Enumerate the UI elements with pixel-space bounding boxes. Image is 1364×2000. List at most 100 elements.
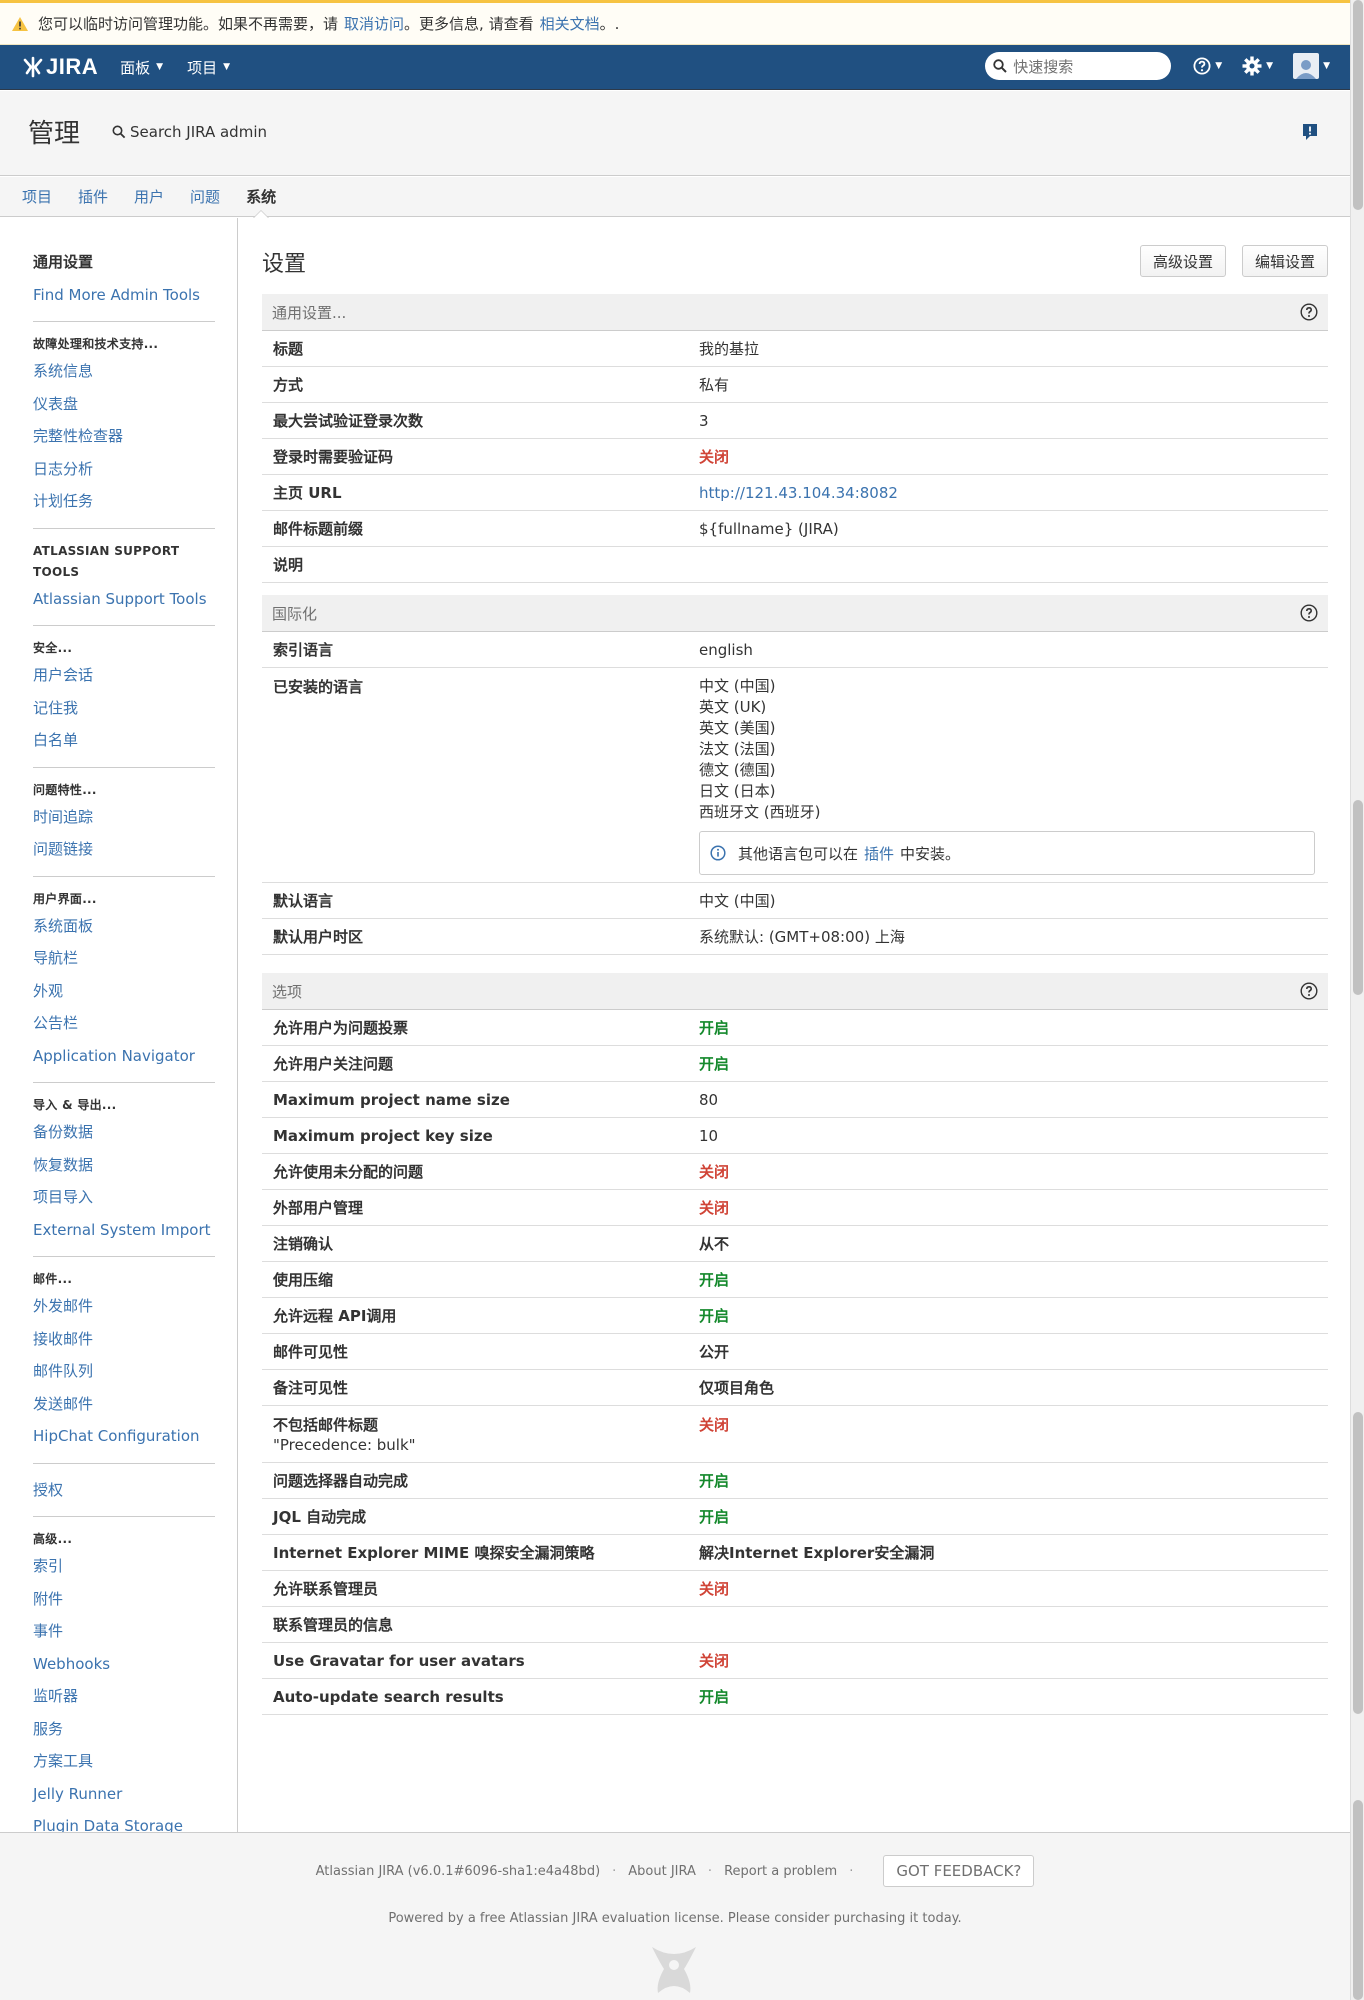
- setting-label-text: 联系管理员的信息: [273, 1616, 394, 1634]
- setting-label-text: Use Gravatar for user avatars: [273, 1651, 525, 1670]
- tab-users[interactable]: 用户: [134, 177, 164, 217]
- user-menu[interactable]: ▼: [1293, 53, 1330, 79]
- sidebar-item[interactable]: 授权: [33, 1474, 215, 1507]
- sidebar-item[interactable]: 附件: [33, 1583, 215, 1616]
- setting-label-text: Auto-update search results: [273, 1687, 504, 1706]
- setting-value: ${fullname} (JIRA): [699, 519, 839, 538]
- sidebar-item[interactable]: 服务: [33, 1713, 215, 1746]
- dashboards-menu-label: 面板: [120, 58, 151, 77]
- advanced-settings-button[interactable]: 高级设置: [1139, 245, 1226, 277]
- section-header: 通用设置...: [262, 294, 1328, 331]
- dashboards-menu[interactable]: 面板 ▼: [120, 57, 163, 78]
- help-menu[interactable]: ▼: [1193, 57, 1222, 75]
- sidebar-item[interactable]: 用户会话: [33, 659, 215, 692]
- sidebar-item[interactable]: 外观: [33, 975, 215, 1008]
- admin-search-link[interactable]: Search JIRA admin: [112, 123, 267, 141]
- sidebar-item[interactable]: 索引: [33, 1550, 215, 1583]
- feedback-button[interactable]: GOT FEEDBACK?: [883, 1855, 1035, 1887]
- sidebar-item[interactable]: 时间追踪: [33, 801, 215, 834]
- sidebar-item[interactable]: 发送邮件: [33, 1388, 215, 1421]
- page-title: 管理: [28, 119, 81, 149]
- sidebar-item[interactable]: 公告栏: [33, 1007, 215, 1040]
- sidebar-item[interactable]: Find More Admin Tools: [33, 279, 215, 312]
- sidebar-section-heading: 用户界面...: [33, 891, 97, 906]
- sidebar-item[interactable]: 记住我: [33, 692, 215, 725]
- jira-logo-icon: [23, 56, 43, 78]
- sidebar-item[interactable]: 方案工具: [33, 1745, 215, 1778]
- settings-row: JQL 自动完成 开启: [262, 1499, 1328, 1535]
- chevron-down-icon: ▼: [1266, 61, 1274, 71]
- sidebar-item[interactable]: 导航栏: [33, 942, 215, 975]
- sidebar-item[interactable]: 仪表盘: [33, 388, 215, 421]
- sidebar-item[interactable]: 白名单: [33, 724, 215, 757]
- setting-label-text: 备注可见性: [273, 1379, 349, 1397]
- sidebar-item[interactable]: Webhooks: [33, 1648, 215, 1681]
- section-header: 国际化: [262, 595, 1328, 632]
- sidebar-item[interactable]: 问题链接: [33, 833, 215, 866]
- sidebar-item[interactable]: 计划任务: [33, 485, 215, 518]
- scrollbar-thumb[interactable]: [1353, 1800, 1363, 2000]
- about-jira-link[interactable]: About JIRA: [628, 1864, 696, 1879]
- settings-row: 外部用户管理 关闭: [262, 1190, 1328, 1226]
- feedback-icon[interactable]: [1302, 123, 1318, 141]
- report-problem-link[interactable]: Report a problem: [724, 1864, 837, 1879]
- sidebar-item[interactable]: 系统面板: [33, 910, 215, 943]
- sidebar-item[interactable]: Atlassian Support Tools: [33, 583, 215, 616]
- sidebar-item[interactable]: 邮件队列: [33, 1355, 215, 1388]
- base-url-link[interactable]: http://121.43.104.34:8082: [699, 484, 898, 502]
- sidebar-section-heading: 邮件...: [33, 1272, 73, 1286]
- sidebar-section-heading: 高级...: [33, 1532, 73, 1546]
- docs-link[interactable]: 相关文档: [540, 13, 600, 34]
- sidebar-item[interactable]: Application Navigator: [33, 1040, 215, 1073]
- sidebar-item[interactable]: 恢复数据: [33, 1149, 215, 1182]
- sidebar-item[interactable]: 项目导入: [33, 1181, 215, 1214]
- help-icon[interactable]: [1300, 982, 1318, 1000]
- sidebar-item[interactable]: 日志分析: [33, 453, 215, 486]
- admin-menu[interactable]: ▼: [1242, 56, 1273, 76]
- sidebar-item[interactable]: HipChat Configuration: [33, 1420, 215, 1453]
- help-icon[interactable]: [1300, 604, 1318, 622]
- help-icon: [1193, 57, 1211, 75]
- sidebar-item[interactable]: 系统信息: [33, 355, 215, 388]
- settings-row: 邮件可见性 公开: [262, 1334, 1328, 1370]
- sidebar-item[interactable]: 备份数据: [33, 1116, 215, 1149]
- help-icon[interactable]: [1300, 303, 1318, 321]
- sidebar-item[interactable]: 通用设置: [33, 246, 215, 279]
- scrollbar-thumb[interactable]: [1353, 800, 1363, 995]
- plugins-link[interactable]: 插件: [864, 843, 894, 864]
- settings-row: Internet Explorer MIME 嗅探安全漏洞策略 解决Interne…: [262, 1535, 1328, 1571]
- setting-label: 外部用户管理: [262, 1197, 699, 1218]
- tab-projects[interactable]: 项目: [22, 177, 52, 217]
- cancel-access-link[interactable]: 取消访问: [344, 13, 404, 34]
- sidebar-item[interactable]: 完整性检查器: [33, 420, 215, 453]
- sidebar-item[interactable]: 接收邮件: [33, 1323, 215, 1356]
- jira-logo[interactable]: JIRA: [22, 54, 98, 80]
- atlassian-logo-icon: [652, 1947, 696, 1993]
- tab-plugins[interactable]: 插件: [78, 177, 108, 217]
- sidebar-section: 授权: [33, 1474, 215, 1517]
- page-scrollbar[interactable]: [1350, 0, 1364, 2000]
- sidebar-item[interactable]: 监听器: [33, 1680, 215, 1713]
- sidebar-item[interactable]: 事件: [33, 1615, 215, 1648]
- scrollbar-thumb[interactable]: [1353, 1412, 1363, 1714]
- sidebar-section: 安全... 用户会话 记住我 白名单: [33, 636, 215, 768]
- setting-value: 关闭: [699, 1163, 730, 1181]
- search-icon: [993, 59, 1007, 73]
- setting-label-text: 外部用户管理: [273, 1199, 364, 1217]
- setting-value: 关闭: [699, 448, 730, 466]
- quick-search-input[interactable]: 快速搜索: [985, 52, 1172, 80]
- setting-label-text: 标题: [273, 340, 304, 358]
- sidebar-item[interactable]: 外发邮件: [33, 1290, 215, 1323]
- scrollbar-thumb[interactable]: [1353, 0, 1363, 210]
- sidebar-item[interactable]: Jelly Runner: [33, 1778, 215, 1811]
- admin-tabs: 项目 插件 用户 问题 系统: [0, 177, 1350, 218]
- edit-settings-button[interactable]: 编辑设置: [1241, 245, 1328, 277]
- projects-menu[interactable]: 项目 ▼: [187, 57, 230, 78]
- settings-row: 方式 私有: [262, 367, 1328, 403]
- info-text-2: 中安装。: [900, 844, 961, 863]
- tab-system[interactable]: 系统: [246, 177, 276, 218]
- sidebar-item[interactable]: External System Import: [33, 1214, 215, 1247]
- tab-issues[interactable]: 问题: [190, 177, 220, 217]
- setting-value: 开启: [699, 1307, 730, 1325]
- settings-row: 登录时需要验证码 关闭: [262, 439, 1328, 475]
